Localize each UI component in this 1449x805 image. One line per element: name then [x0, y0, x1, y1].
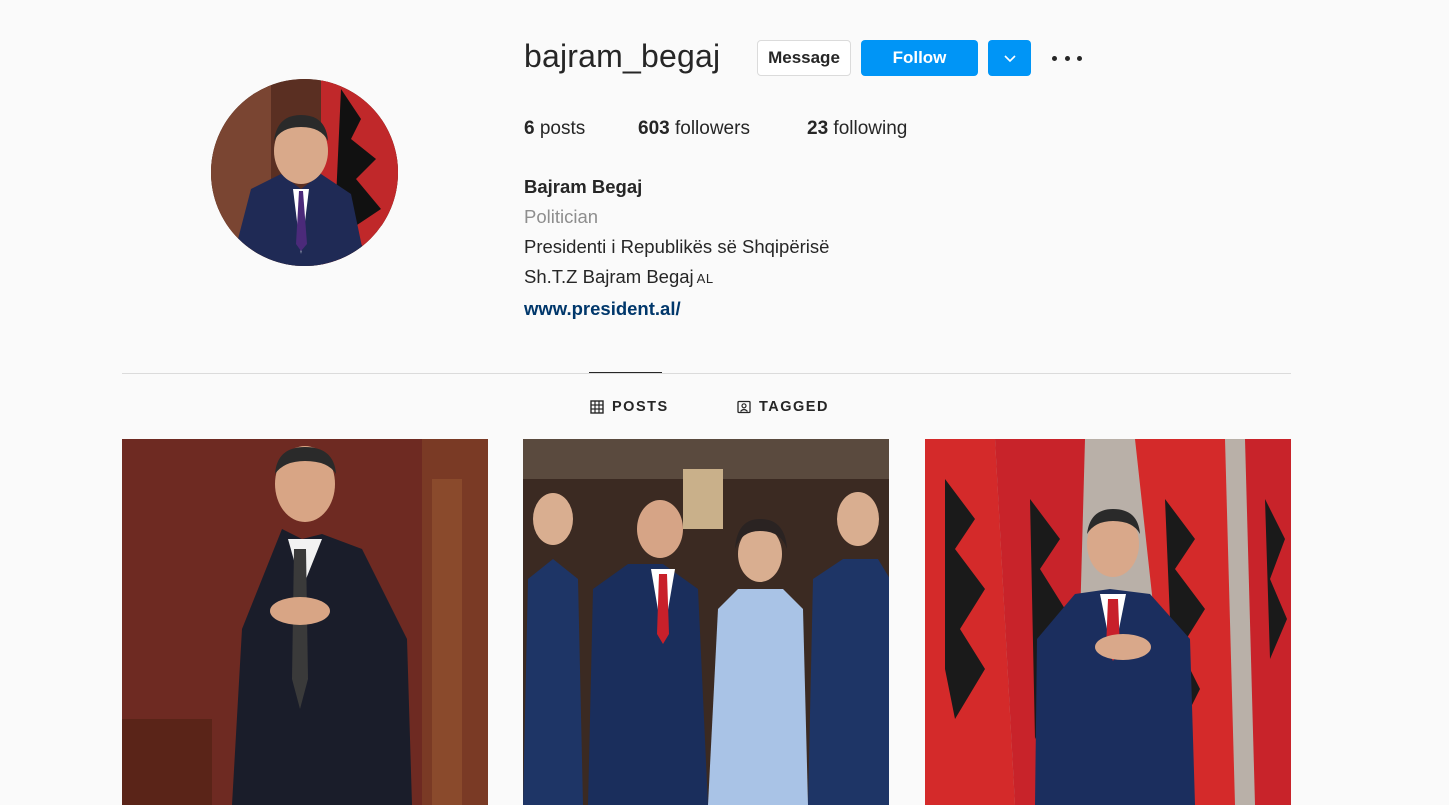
profile-username: bajram_begaj	[524, 38, 721, 74]
bio-line-2: Sh.T.Z Bajram Begaj AL	[524, 262, 829, 294]
following-count-label: following	[833, 118, 908, 139]
grid-icon	[590, 400, 604, 414]
follow-button[interactable]: Follow	[861, 40, 978, 76]
profile-avatar[interactable]	[211, 79, 398, 266]
tab-posts-label: POSTS	[612, 399, 669, 415]
posts-count-label: posts	[539, 118, 586, 139]
profile-bio: Bajram Begaj Politician Presidenti i Rep…	[524, 172, 829, 324]
post-thumbnail[interactable]	[122, 439, 488, 805]
active-tab-indicator	[589, 372, 662, 373]
post-thumbnail[interactable]	[925, 439, 1291, 805]
profile-category: Politician	[524, 206, 599, 227]
post-image	[523, 439, 889, 805]
country-flag-badge: AL	[696, 271, 714, 286]
more-dot	[1052, 55, 1057, 61]
tab-tagged-label: TAGGED	[759, 399, 829, 415]
more-options-icon[interactable]	[1052, 48, 1082, 68]
profile-full-name: Bajram Begaj	[524, 176, 643, 197]
bio-line-2-text: Sh.T.Z Bajram Begaj	[524, 266, 694, 287]
followers-count-value: 603	[638, 118, 670, 139]
posts-count-value: 6	[524, 118, 535, 139]
bio-line-1: Presidenti i Republikës së Shqipërisë	[524, 236, 830, 257]
following-count-value: 23	[807, 118, 829, 139]
post-image	[925, 439, 1291, 805]
post-image	[122, 439, 488, 805]
suggested-dropdown-button[interactable]	[988, 40, 1031, 76]
tabs-divider	[122, 373, 1291, 374]
chevron-down-icon	[1003, 55, 1016, 63]
posts-count: 6 posts	[524, 118, 585, 140]
tab-posts[interactable]: POSTS	[590, 397, 669, 417]
avatar-image	[211, 79, 398, 266]
following-link[interactable]: 23 following	[807, 118, 907, 140]
profile-website-link[interactable]: www.president.al/	[524, 294, 829, 324]
message-button[interactable]: Message	[757, 40, 851, 76]
followers-count-label: followers	[674, 118, 750, 139]
more-dot	[1077, 55, 1082, 61]
post-thumbnail[interactable]	[523, 439, 889, 805]
more-dot	[1064, 55, 1070, 61]
tagged-user-icon	[737, 400, 751, 414]
followers-link[interactable]: 603 followers	[638, 118, 750, 140]
tab-tagged[interactable]: TAGGED	[737, 397, 829, 417]
